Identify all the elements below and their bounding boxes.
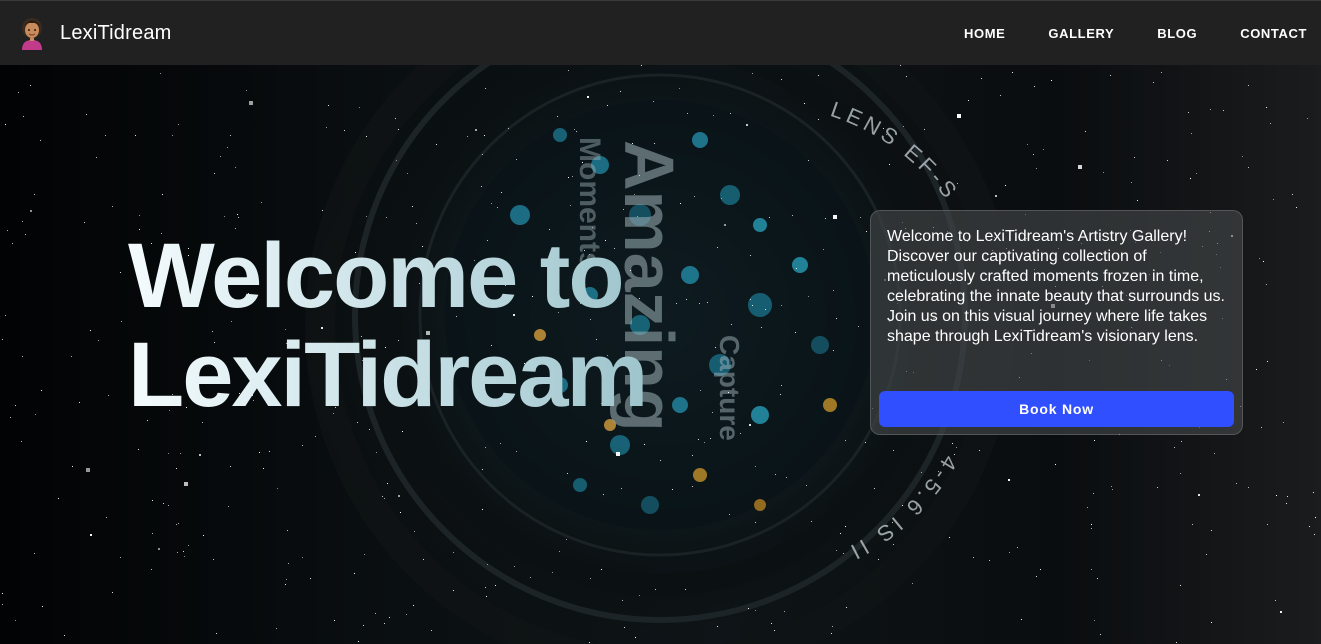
nav-gallery-link[interactable]: GALLERY [1048, 26, 1114, 41]
nav-home-link[interactable]: HOME [964, 26, 1005, 41]
nav-contact-link[interactable]: CONTACT [1240, 26, 1307, 41]
info-card: Welcome to LexiTidream's Artistry Galler… [870, 210, 1243, 435]
nav-links: HOME GALLERY BLOG CONTACT [921, 1, 1307, 66]
svg-text:Capture: Capture [714, 335, 745, 441]
brand[interactable]: LexiTidream [18, 16, 172, 50]
hero-title: Welcome to LexiTidream [128, 227, 646, 425]
info-card-text: Welcome to LexiTidream's Artistry Galler… [887, 228, 1225, 345]
hero-title-line-2: LexiTidream [128, 324, 647, 426]
page: LexiTidream HOME GALLERY BLOG CONTACT LE… [0, 0, 1321, 644]
book-now-button[interactable]: Book Now [879, 391, 1234, 427]
hero-section: LENS EF-S 4-5.6 IS II Amazing Moments Ca… [0, 65, 1321, 644]
hero-title-line-1: Welcome to [128, 225, 623, 327]
navbar: LexiTidream HOME GALLERY BLOG CONTACT [0, 0, 1321, 65]
person-avatar-icon [18, 16, 46, 50]
brand-name: LexiTidream [60, 21, 172, 44]
nav-blog-link[interactable]: BLOG [1157, 26, 1197, 41]
